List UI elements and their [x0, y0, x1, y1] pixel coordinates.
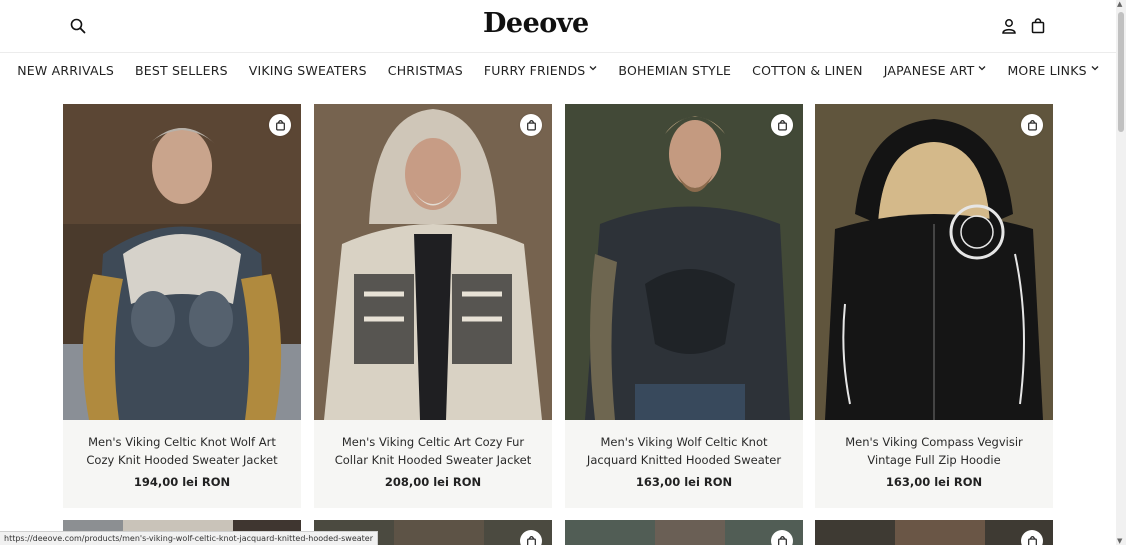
nav-label: BEST SELLERS [135, 63, 228, 78]
product-title[interactable]: Men's Viking Compass Vegvisir Vintage Fu… [827, 433, 1041, 469]
nav-item-furry-friends[interactable]: FURRY FRIENDS [473, 53, 608, 89]
scroll-down-arrow-icon[interactable]: ▼ [1117, 537, 1122, 545]
nav-label: MORE LINKS [1007, 63, 1087, 78]
nav-item-best-sellers[interactable]: BEST SELLERS [125, 53, 239, 89]
product-card-partial[interactable] [565, 520, 803, 545]
nav-item-more-links[interactable]: MORE LINKS [997, 53, 1109, 89]
nav-label: NEW ARRIVALS [17, 63, 115, 78]
chevron-down-icon [589, 66, 597, 71]
product-image[interactable] [63, 104, 301, 420]
product-price: 194,00 lei RON [133, 475, 231, 489]
cart-icon[interactable] [1028, 16, 1048, 36]
product-price: 208,00 lei RON [384, 475, 482, 489]
nav-item-viking-sweaters[interactable]: VIKING SWEATERS [238, 53, 377, 89]
nav-item-bohemian-style[interactable]: BOHEMIAN STYLE [608, 53, 742, 89]
product-card[interactable]: Men's Viking Compass Vegvisir Vintage Fu… [815, 104, 1053, 508]
product-image[interactable] [565, 104, 803, 420]
scroll-thumb[interactable] [1118, 12, 1124, 132]
product-image[interactable] [314, 104, 552, 420]
product-price: 163,00 lei RON [635, 475, 733, 489]
quick-add-cart-icon[interactable] [520, 114, 542, 136]
quick-add-cart-icon[interactable] [520, 530, 542, 545]
search-icon[interactable] [68, 16, 88, 36]
nav-item-cotton-linen[interactable]: COTTON & LINEN [742, 53, 874, 89]
link-status-bar: https://deeove.com/products/men's-viking… [0, 531, 378, 545]
main-nav: NEW ARRIVALS BEST SELLERS VIKING SWEATER… [0, 53, 1116, 89]
product-card[interactable]: Men's Viking Celtic Knot Wolf Art Cozy K… [63, 104, 301, 508]
nav-label: BOHEMIAN STYLE [618, 63, 732, 78]
nav-item-christmas[interactable]: CHRISTMAS [377, 53, 473, 89]
nav-item-japanese-art[interactable]: JAPANESE ART [873, 53, 997, 89]
nav-label: COTTON & LINEN [752, 63, 863, 78]
nav-label: JAPANESE ART [883, 63, 975, 78]
product-card-partial[interactable] [815, 520, 1053, 545]
quick-add-cart-icon[interactable] [771, 114, 793, 136]
product-title[interactable]: Men's Viking Wolf Celtic Knot Jacquard K… [577, 433, 791, 469]
product-image[interactable] [815, 104, 1053, 420]
quick-add-cart-icon[interactable] [1021, 114, 1043, 136]
product-title[interactable]: Men's Viking Celtic Art Cozy Fur Collar … [326, 433, 540, 469]
nav-label: FURRY FRIENDS [483, 63, 586, 78]
product-price: 163,00 lei RON [885, 475, 983, 489]
product-card[interactable]: Men's Viking Wolf Celtic Knot Jacquard K… [565, 104, 803, 508]
vertical-scrollbar[interactable]: ▲ ▼ [1116, 0, 1126, 545]
quick-add-cart-icon[interactable] [771, 530, 793, 545]
nav-item-new-arrivals[interactable]: NEW ARRIVALS [7, 53, 125, 89]
site-header: Deeove [0, 0, 1116, 53]
product-card[interactable]: Men's Viking Celtic Art Cozy Fur Collar … [314, 104, 552, 508]
scroll-up-arrow-icon[interactable]: ▲ [1117, 0, 1122, 8]
product-title[interactable]: Men's Viking Celtic Knot Wolf Art Cozy K… [75, 433, 289, 469]
quick-add-cart-icon[interactable] [1021, 530, 1043, 545]
nav-label: CHRISTMAS [387, 63, 463, 78]
nav-label: VIKING SWEATERS [248, 63, 367, 78]
chevron-down-icon [978, 66, 986, 71]
quick-add-cart-icon[interactable] [269, 114, 291, 136]
chevron-down-icon [1091, 66, 1099, 71]
account-icon[interactable] [999, 16, 1019, 36]
site-logo[interactable]: Deeove [483, 8, 589, 39]
